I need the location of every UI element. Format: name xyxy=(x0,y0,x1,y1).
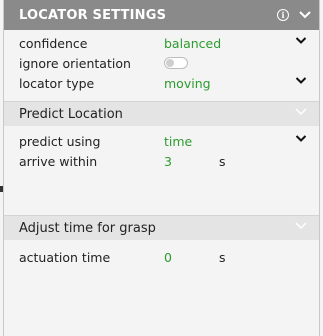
chevron-down-icon[interactable] xyxy=(295,36,307,45)
panel-header: LOCATOR SETTINGS i xyxy=(4,0,319,30)
section-title: Predict Location xyxy=(19,106,123,122)
arrive-within-label: arrive within xyxy=(19,153,98,169)
chevron-down-icon[interactable] xyxy=(295,108,307,116)
actuation-time-input[interactable]: 0 xyxy=(164,250,172,265)
arrive-within-unit: s xyxy=(219,153,226,169)
predict-location-section-header[interactable]: Predict Location xyxy=(4,101,319,126)
confidence-value[interactable]: balanced xyxy=(164,36,221,51)
ignore-orientation-toggle[interactable] xyxy=(164,57,188,69)
actuation-time-unit: s xyxy=(219,249,226,265)
predict-using-value[interactable]: time xyxy=(164,134,192,149)
locator-type-label: locator type xyxy=(19,75,95,91)
info-icon[interactable]: i xyxy=(277,9,289,21)
confidence-row[interactable]: confidence balanced xyxy=(4,33,319,53)
collapse-chevron-icon[interactable] xyxy=(299,11,311,19)
locator-type-value[interactable]: moving xyxy=(164,76,211,91)
chevron-down-icon[interactable] xyxy=(295,76,307,85)
actuation-time-label: actuation time xyxy=(19,249,111,265)
locator-type-row[interactable]: locator type moving xyxy=(4,73,319,93)
panel-title: LOCATOR SETTINGS xyxy=(19,7,167,23)
ignore-orientation-label: ignore orientation xyxy=(19,55,131,71)
section-title: Adjust time for grasp xyxy=(19,220,156,236)
actuation-time-row: actuation time 0 s xyxy=(4,247,319,267)
predict-using-label: predict using xyxy=(19,133,101,149)
chevron-down-icon[interactable] xyxy=(295,222,307,230)
locator-settings-panel: LOCATOR SETTINGS i confidence balanced i… xyxy=(3,0,320,336)
ignore-orientation-row: ignore orientation xyxy=(4,53,319,73)
confidence-label: confidence xyxy=(19,35,88,51)
adjust-time-section-header[interactable]: Adjust time for grasp xyxy=(4,215,319,240)
chevron-down-icon[interactable] xyxy=(295,134,307,143)
arrive-within-row: arrive within 3 s xyxy=(4,151,319,171)
arrive-within-input[interactable]: 3 xyxy=(164,154,172,169)
predict-using-row[interactable]: predict using time xyxy=(4,131,319,151)
